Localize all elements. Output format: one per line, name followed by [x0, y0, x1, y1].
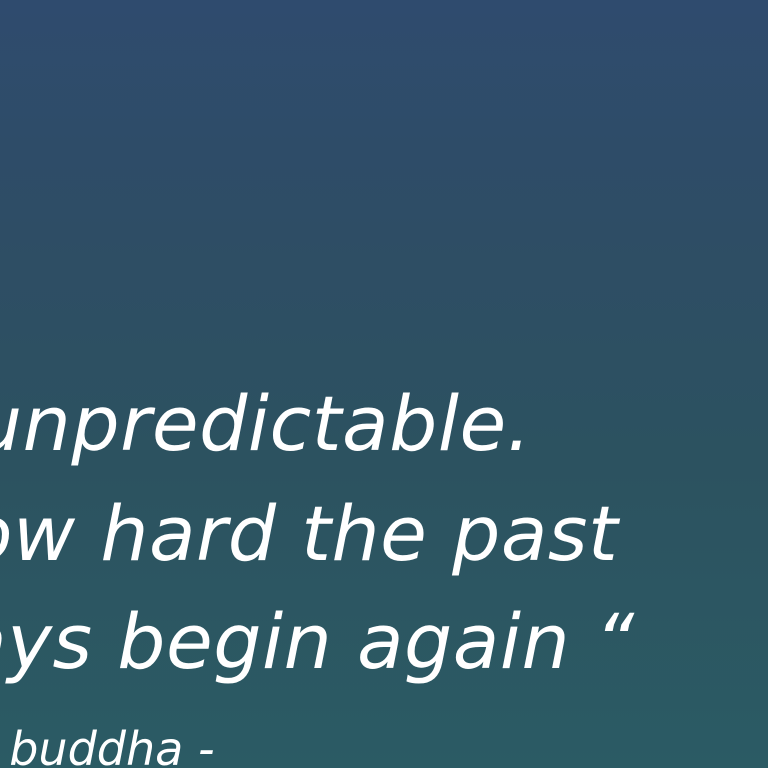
quote-line-2: ow hard the past — [0, 489, 619, 578]
quote-line-3: ays begin again “ — [0, 597, 635, 686]
quote-card: unpredictable. ow hard the past ays begi… — [0, 0, 768, 768]
quote-attribution: - buddha - — [0, 722, 215, 768]
quote-line-1: unpredictable. — [0, 379, 532, 468]
